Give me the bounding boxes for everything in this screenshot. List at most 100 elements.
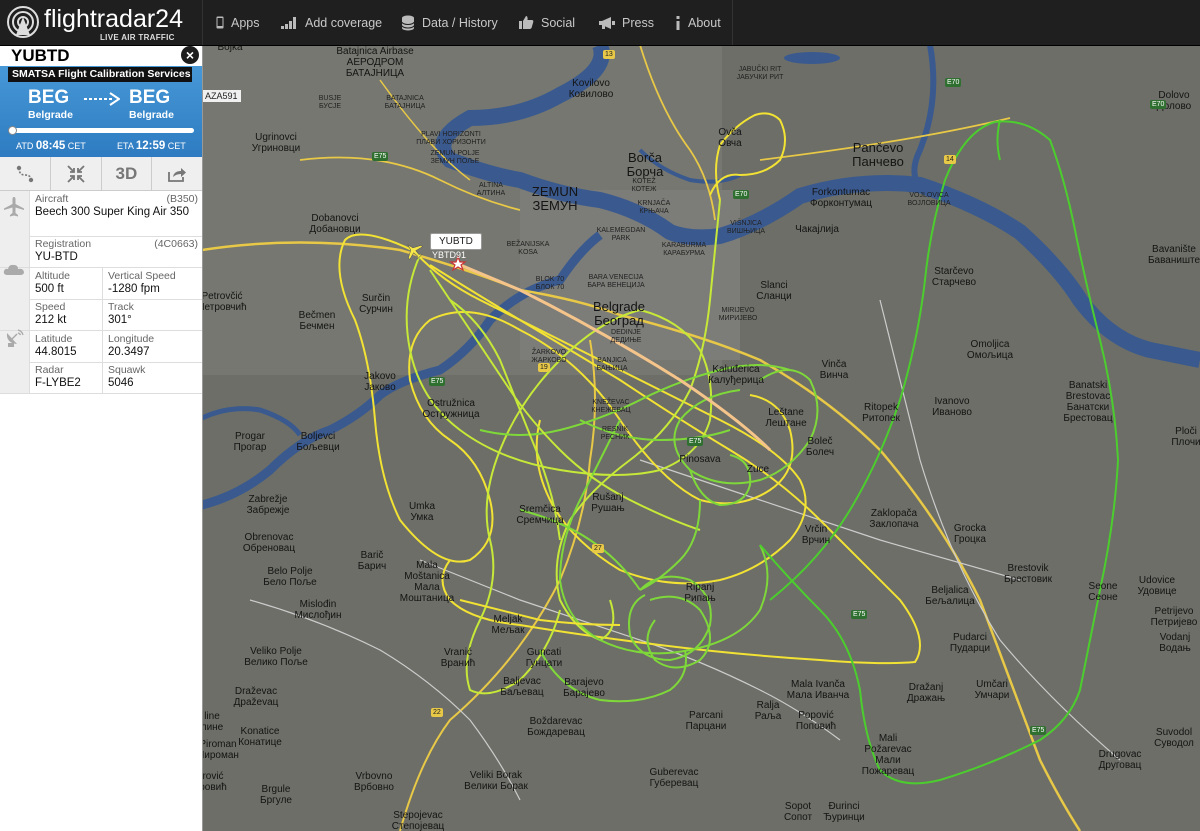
- place-label-line: КАРАБУРМА: [663, 250, 705, 257]
- place-label-line: Гроцка: [954, 534, 986, 545]
- icon-column: [0, 264, 30, 299]
- place-label-line: Parcani: [689, 710, 723, 721]
- nav-about[interactable]: About: [675, 0, 721, 45]
- place-label-batajnica-airbase: Batajnica Airbase АЕРОДРОМ БАТАЈНИЦА: [336, 46, 413, 79]
- place-label-line: КНЕЖЕВАЦ: [591, 407, 631, 414]
- road-number-badge: 14: [944, 155, 956, 164]
- place-label-udovice: Udovice Удовице: [1137, 575, 1176, 597]
- atd-timezone: CET: [67, 141, 86, 151]
- place-label-line: Угриновци: [251, 143, 301, 154]
- place-label-line: Вранић: [440, 658, 476, 669]
- nav-social[interactable]: Social: [519, 0, 575, 45]
- place-label-line: KRNJAČA: [637, 200, 671, 207]
- place-label-line: Остружница: [422, 409, 480, 420]
- place-label-petrijevo: Petrijevo Петријево: [1151, 606, 1198, 628]
- track-label: Track: [108, 301, 134, 313]
- place-label-line: Draževac: [234, 686, 278, 697]
- track-value: 301°: [108, 314, 132, 326]
- place-label-line: Leštane: [768, 407, 804, 418]
- aircraft-callsign-tag[interactable]: YUBTD: [430, 233, 482, 250]
- place-label-line: Vinča: [821, 359, 847, 370]
- place-label-barajevo: Barajevo Барајево: [563, 677, 605, 699]
- place-label-line: Mali: [878, 733, 898, 744]
- place-label-line: Раља: [754, 711, 782, 722]
- flightradar24-logo[interactable]: flightradar24 LIVE AIR TRAFFIC: [6, 3, 198, 43]
- altitude-value: 500 ft: [35, 283, 64, 295]
- flight-header: YUBTD × SMATSA Flight Calibration Servic…: [0, 45, 202, 157]
- radar-logo-icon: [7, 6, 39, 38]
- other-flight-label[interactable]: AZA591: [202, 90, 241, 102]
- place-label-line: Dražanj: [908, 682, 944, 693]
- place-label-line: Ugrinovci: [255, 132, 297, 143]
- place-label-stepojevac: Stepojevac Степојевац: [392, 810, 445, 831]
- altitude-row: Altitude 500 ft Vertical Speed -1280 fpm: [0, 264, 202, 300]
- place-label-line: Jakovo: [364, 371, 396, 382]
- place-label-line: Брестовац: [1063, 413, 1113, 424]
- nav-apps[interactable]: Apps: [216, 0, 260, 45]
- place-label-line: Petrijevo: [1154, 606, 1194, 617]
- place-label-banatski-brestovac: Banatski Brestovac Банатски Брестовац: [1063, 380, 1112, 424]
- place-label-mirijevo: MIRIJEVO МИРИЈЕВО: [719, 307, 758, 323]
- place-label-line: Bojka: [217, 45, 243, 53]
- place-label-line: Bečmen: [298, 310, 336, 321]
- place-label-bozdarevac: Boždarevac Бождаревац: [527, 716, 585, 738]
- place-label-line: PLAVI HORIZONTI: [421, 131, 481, 138]
- route-icon: [16, 165, 34, 182]
- map-view[interactable]: Bojka Batajnica Airbase АЕРОДРОМ БАТАЈНИЦА B…: [202, 45, 1200, 831]
- place-label-line: Забрежје: [246, 505, 290, 516]
- place-label-line: Мељак: [491, 625, 525, 636]
- place-label-line: KALEMEGDAN: [596, 227, 646, 234]
- place-label-line: Обреновац: [242, 543, 296, 554]
- place-label-mislodjin: Mislođin Мислођин: [294, 599, 341, 621]
- place-label-bezanijska-kosa: BEŽANIJSKA KOSA: [507, 241, 550, 257]
- place-label-line: Мала Иванча: [786, 690, 850, 701]
- road-number-badge: E70: [733, 190, 750, 199]
- road-number-badge: 19: [538, 363, 550, 372]
- place-label-line: Đurinci: [828, 801, 860, 812]
- place-label-lestane: Leštane Лештане: [765, 407, 806, 429]
- icon-column: [0, 191, 30, 236]
- road-number-badge: 27: [592, 544, 604, 553]
- place-label-line: лине: [202, 722, 224, 733]
- place-label-line: Бело Поље: [263, 577, 317, 588]
- nav-data-history[interactable]: Data / History: [401, 0, 498, 45]
- aircraft-row: Aircraft Beech 300 Super King Air 350 (B…: [0, 191, 202, 237]
- place-label-line: Belgrade: [592, 299, 646, 314]
- eta-time: 12:59: [135, 140, 166, 152]
- nav-press[interactable]: Press: [598, 0, 654, 45]
- place-label-line: АЛТИНА: [476, 190, 506, 197]
- place-label-pudarci: Pudarci Пударци: [950, 632, 990, 654]
- place-label-konatice: Konatice Конатице: [238, 726, 282, 748]
- squawk-label: Squawk: [108, 364, 146, 376]
- place-label-line: ЗЕМУН ПОЉЕ: [430, 158, 480, 165]
- place-label-line: Степојевац: [391, 821, 445, 831]
- place-label-line: Boždarevac: [529, 716, 583, 727]
- close-panel-button[interactable]: ×: [181, 46, 199, 64]
- center-button[interactable]: [51, 157, 102, 190]
- place-label-vrcin: Vrčin Врчин: [802, 524, 830, 546]
- place-label-ritopek: Ritopek Ритопек: [862, 402, 900, 424]
- place-label-visnjica: VIŠNJICA ВИШЊИЦА: [727, 220, 765, 236]
- place-label-beljalica: Beljalica Бељалица: [925, 585, 974, 607]
- place-label-line: Sopot: [784, 801, 812, 812]
- compress-arrows-icon: [66, 164, 85, 183]
- place-label-zaklopaca: Zaklopača Заклопача: [869, 508, 918, 530]
- 3d-button[interactable]: 3D: [102, 157, 153, 190]
- eta-block: ETA 12:59 CET: [117, 140, 186, 152]
- share-button[interactable]: [152, 157, 202, 190]
- place-label-line: rović: [202, 771, 224, 782]
- place-label-batajnica: BATAJNICA БАТАЈНИЦА: [385, 95, 426, 111]
- place-label-line: АЕРОДРОМ: [346, 57, 404, 68]
- place-label-becmen: Bečmen Бечмен: [299, 310, 336, 332]
- logo-text: flightradar24: [44, 5, 183, 33]
- place-label-knezevac: KNEŽEVAC КНЕЖЕВАЦ: [591, 399, 630, 415]
- place-label-line: KOTEŽ: [632, 178, 656, 185]
- route-button[interactable]: [0, 157, 51, 190]
- place-label-zemun-polje: ZEMUN POLJE ЗЕМУН ПОЉЕ: [430, 150, 479, 166]
- place-label-line: DEDINJE: [611, 329, 641, 336]
- place-label-ripanj: Ripanj Рипањ: [684, 582, 715, 604]
- nav-add-coverage[interactable]: Add coverage: [281, 0, 382, 45]
- place-label-vojlovica: VOJLOVICA ВОЈЛОВИЦА: [908, 192, 951, 208]
- nav-press-label: Press: [622, 15, 654, 30]
- place-label-line: Бргуле: [260, 795, 292, 806]
